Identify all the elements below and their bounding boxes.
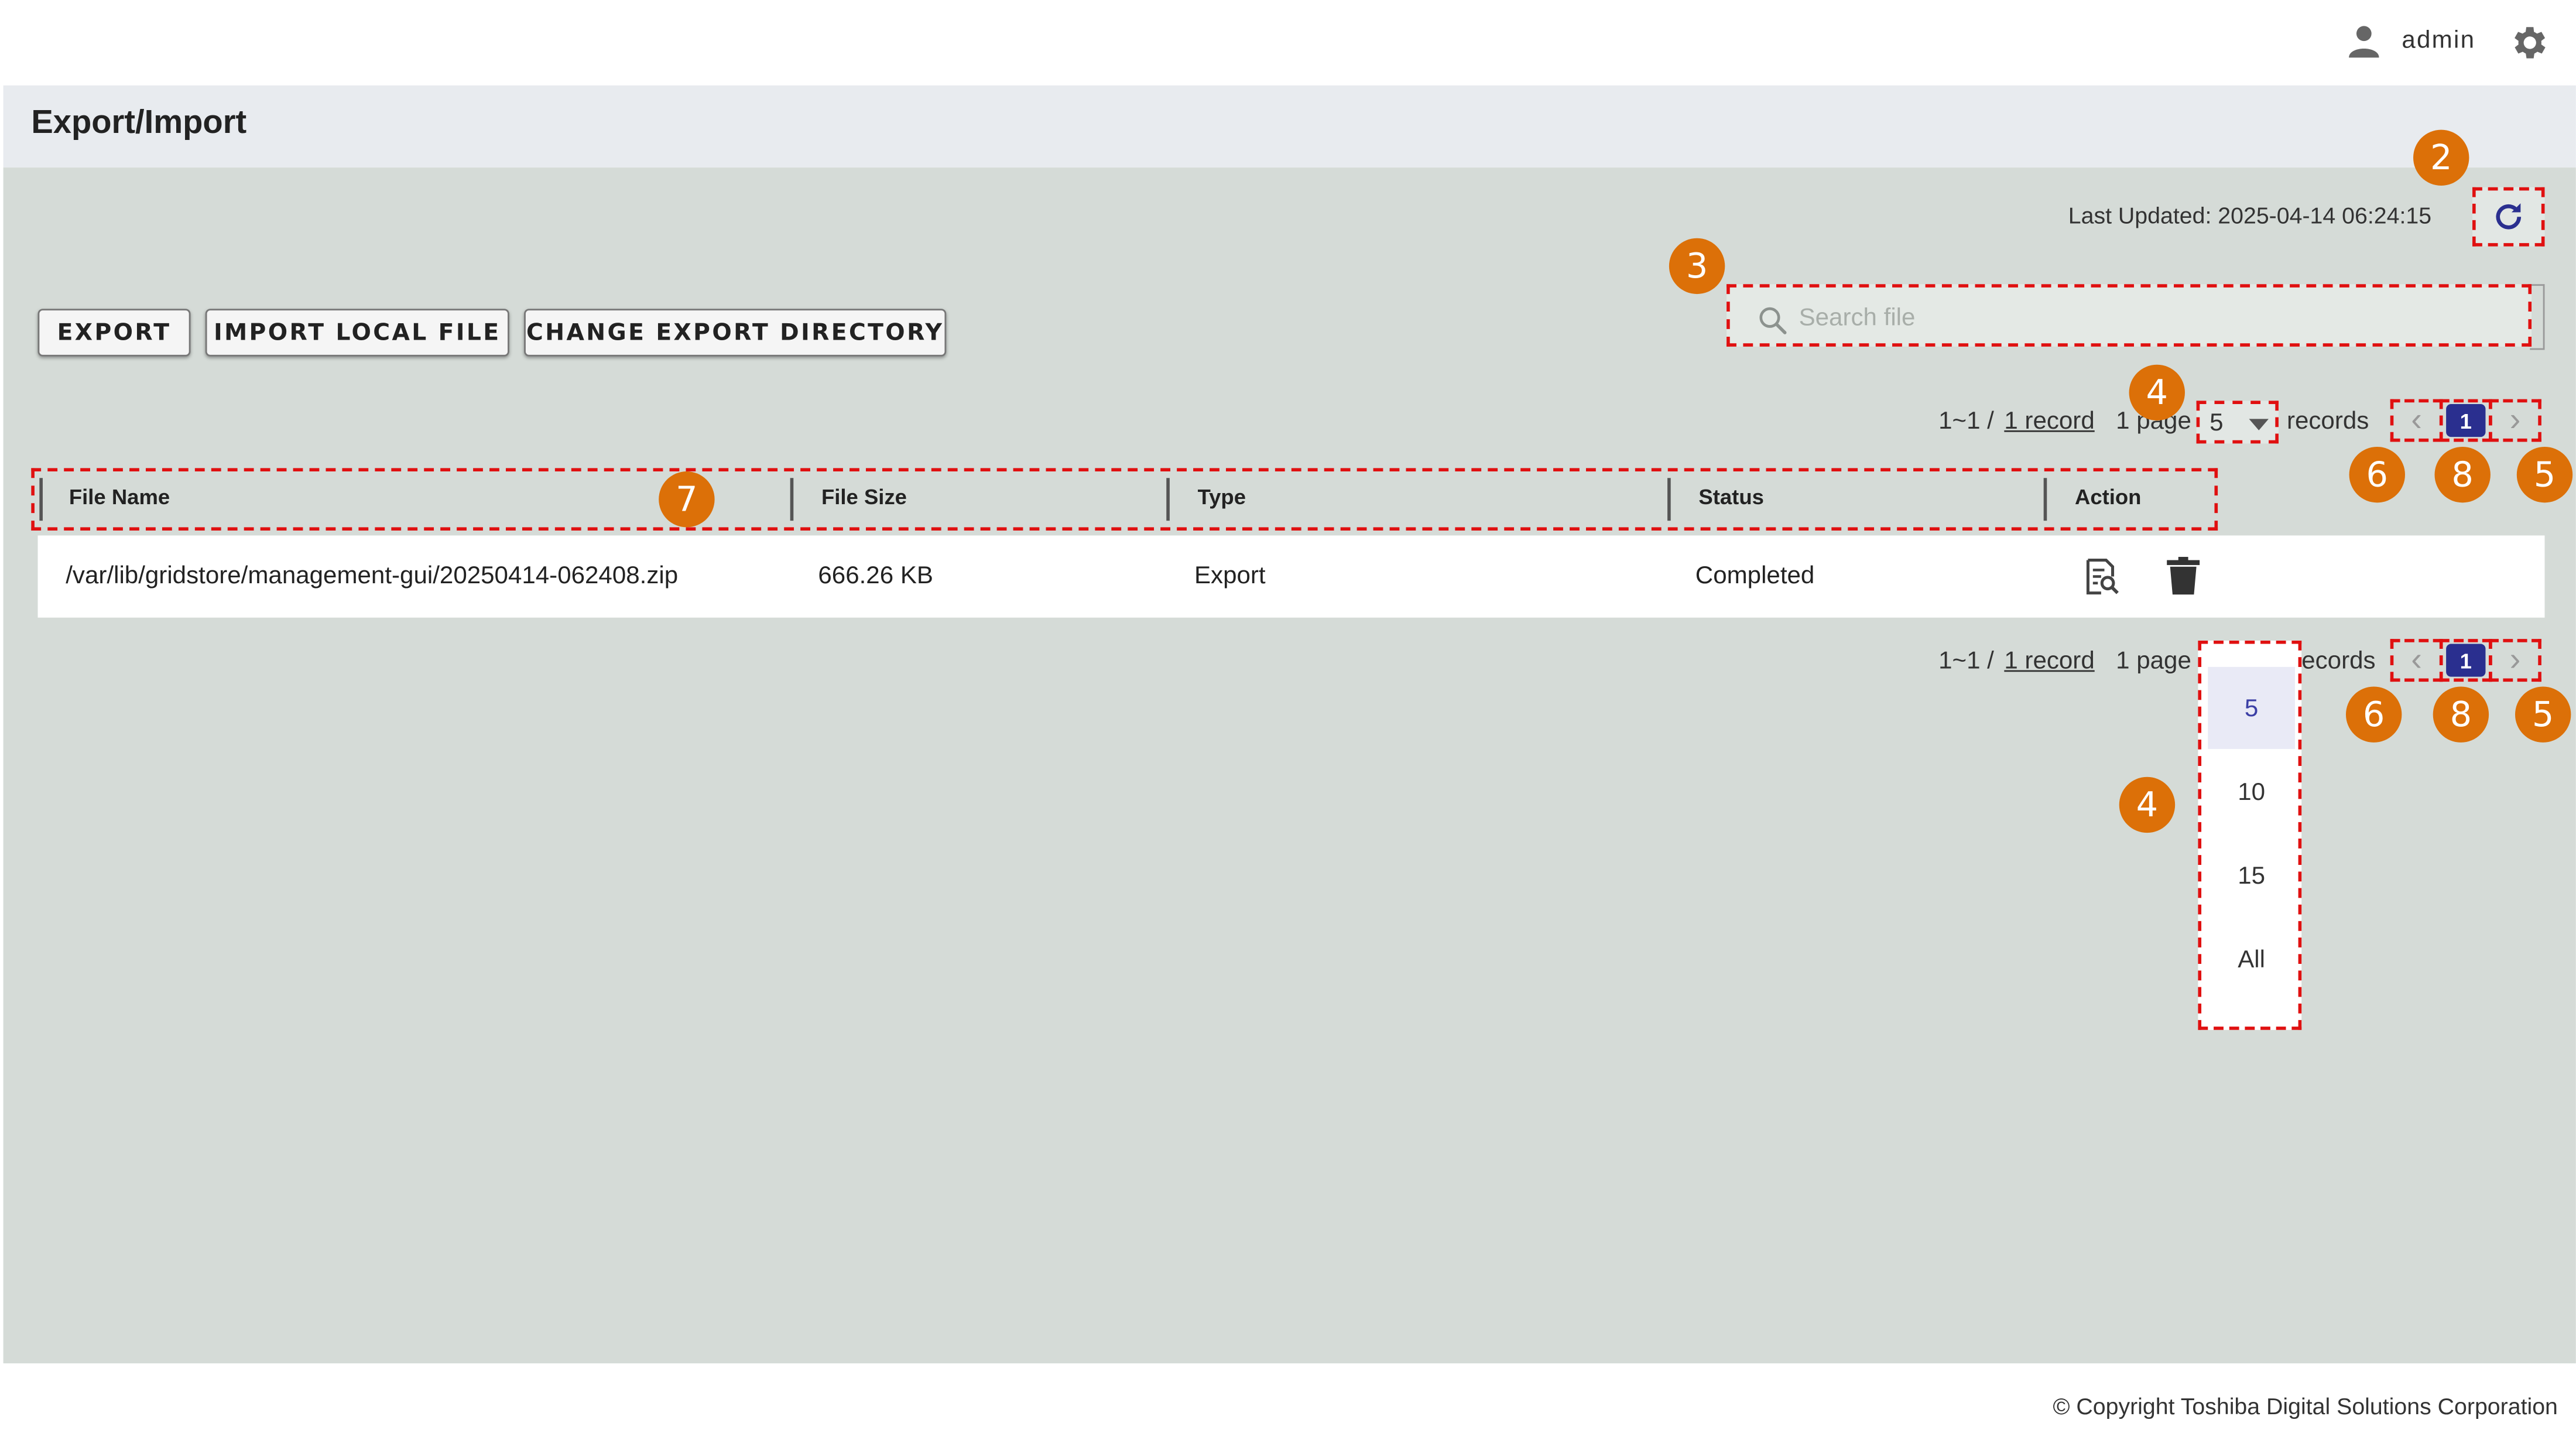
column-separator bbox=[39, 478, 43, 521]
records-count-link[interactable]: 1 record bbox=[2004, 408, 2094, 436]
gear-icon[interactable] bbox=[2509, 21, 2551, 64]
records-label: records bbox=[2286, 407, 2369, 436]
chevron-down-icon bbox=[2249, 419, 2269, 430]
cell-file-size: 666.26 KB bbox=[818, 562, 933, 590]
refresh-icon bbox=[2496, 203, 2522, 230]
callout-badge-page: 8 bbox=[2433, 686, 2489, 743]
trash-icon[interactable] bbox=[2167, 556, 2200, 595]
cell-file-name: /var/lib/gridstore/management-gui/202504… bbox=[66, 562, 679, 590]
records-count-link[interactable]: 1 record bbox=[2004, 647, 2094, 675]
refresh-button[interactable] bbox=[2472, 187, 2545, 247]
table-row: /var/lib/gridstore/management-gui/202504… bbox=[37, 535, 2545, 618]
page-number-1[interactable]: 1 bbox=[2439, 399, 2492, 442]
callout-badge-prev: 6 bbox=[2345, 686, 2402, 743]
current-page: 1 bbox=[2446, 644, 2486, 677]
page-number-1[interactable]: 1 bbox=[2439, 639, 2492, 682]
chevron-right-icon: › bbox=[2509, 641, 2521, 678]
prev-page-button[interactable]: ‹ bbox=[2390, 399, 2443, 442]
last-updated-text: Last Updated: 2025-04-14 06:24:15 bbox=[2068, 202, 2432, 228]
column-separator bbox=[790, 478, 794, 521]
top-bar bbox=[0, 0, 2576, 84]
title-bar bbox=[3, 85, 2576, 168]
callout-badge-prev: 6 bbox=[2349, 446, 2405, 503]
chevron-right-icon: › bbox=[2509, 401, 2521, 438]
page-size-select[interactable]: 5 bbox=[2196, 401, 2279, 444]
user-icon bbox=[2349, 26, 2379, 58]
callout-badge-page: 8 bbox=[2434, 446, 2491, 503]
page-size-option-5[interactable]: 5 bbox=[2208, 666, 2295, 750]
column-header-file-name[interactable]: File Name bbox=[69, 484, 170, 509]
callout-badge-refresh: 2 bbox=[2413, 129, 2469, 186]
callout-badge-search: 3 bbox=[1669, 238, 1725, 295]
callout-badge-page-size-list: 4 bbox=[2119, 776, 2176, 833]
column-header-type[interactable]: Type bbox=[1198, 484, 1246, 509]
column-header-file-size[interactable]: File Size bbox=[821, 484, 907, 509]
search-input[interactable] bbox=[1799, 300, 2506, 334]
export-button[interactable]: EXPORT bbox=[37, 309, 191, 357]
search-box bbox=[1727, 284, 2532, 347]
records-label: ecords bbox=[2301, 647, 2376, 675]
current-page: 1 bbox=[2446, 404, 2486, 437]
column-header-action: Action bbox=[2074, 484, 2142, 509]
change-export-directory-button[interactable]: CHANGE EXPORT DIRECTORY bbox=[524, 309, 947, 357]
next-page-button[interactable]: › bbox=[2489, 399, 2541, 442]
column-separator bbox=[1166, 478, 1170, 521]
column-separator bbox=[2043, 478, 2047, 521]
chevron-left-icon: ‹ bbox=[2411, 641, 2422, 678]
pagination-range: 1~1 / bbox=[1938, 407, 1994, 436]
import-local-file-button[interactable]: IMPORT LOCAL FILE bbox=[205, 309, 509, 357]
callout-badge-table-header: 7 bbox=[659, 471, 715, 528]
next-page-button[interactable]: › bbox=[2489, 639, 2541, 682]
pagination-range: 1~1 / bbox=[1938, 647, 1994, 675]
table-header: File Name File Size Type Status Action bbox=[31, 468, 2218, 531]
page-title: Export/Import bbox=[31, 105, 247, 142]
page-size-option-all[interactable]: All bbox=[2208, 918, 2295, 1000]
page-size-option-10[interactable]: 10 bbox=[2208, 751, 2295, 833]
view-details-icon[interactable] bbox=[2081, 557, 2121, 596]
callout-badge-next: 5 bbox=[2515, 686, 2571, 743]
column-separator bbox=[1667, 478, 1671, 521]
page-size-dropdown: 5 10 15 All bbox=[2198, 640, 2302, 1030]
prev-page-button[interactable]: ‹ bbox=[2390, 639, 2443, 682]
user-name[interactable]: admin bbox=[2402, 26, 2475, 54]
copyright-text: © Copyright Toshiba Digital Solutions Co… bbox=[2053, 1393, 2558, 1419]
search-icon bbox=[1759, 307, 1787, 334]
chevron-left-icon: ‹ bbox=[2411, 401, 2422, 438]
page-count-label: 1 page bbox=[2116, 647, 2191, 675]
cell-status: Completed bbox=[1695, 562, 1815, 590]
column-header-status[interactable]: Status bbox=[1698, 484, 1763, 509]
page-size-value: 5 bbox=[2210, 409, 2224, 437]
cell-type: Export bbox=[1194, 562, 1266, 590]
search-border bbox=[2530, 284, 2545, 350]
callout-badge-page-size: 4 bbox=[2129, 364, 2185, 421]
page-size-option-15[interactable]: 15 bbox=[2208, 834, 2295, 916]
callout-badge-next: 5 bbox=[2516, 446, 2573, 503]
